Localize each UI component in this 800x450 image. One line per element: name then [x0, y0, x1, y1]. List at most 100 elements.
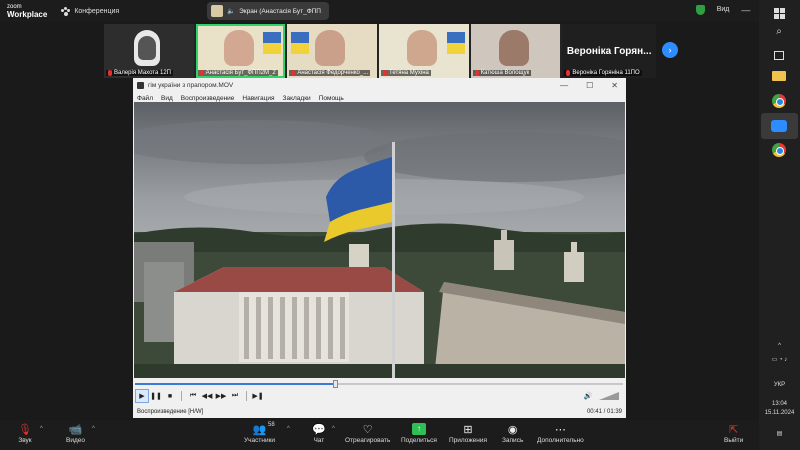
- sharer-thumbnail: [211, 5, 223, 17]
- flag-over-city-image: [134, 102, 625, 378]
- chat-icon: 💬: [312, 424, 326, 436]
- participant-name: Анастасія Федорченко_...: [289, 70, 371, 76]
- player-minimize-icon[interactable]: —: [560, 81, 568, 90]
- menu-file[interactable]: Файл: [137, 95, 153, 102]
- search-icon[interactable]: ⌕: [770, 22, 788, 40]
- seek-handle[interactable]: [333, 380, 339, 388]
- windows-start-icon[interactable]: [770, 4, 788, 22]
- tray-chevron-icon[interactable]: ^: [763, 343, 796, 349]
- video-off-icon: 📹: [68, 424, 83, 436]
- participant-tile[interactable]: Анастасія Бут_ФПП2М_2: [195, 24, 286, 78]
- video-button[interactable]: 📹 Видео: [66, 423, 85, 444]
- zoom-topbar: zoom Workplace Конференция: [0, 0, 759, 22]
- participant-tile[interactable]: Анастасія Федорченко_...: [287, 24, 378, 78]
- menu-bookmarks[interactable]: Закладки: [283, 95, 311, 102]
- skip-start-icon[interactable]: ⏮: [186, 389, 200, 403]
- logo-line2: Workplace: [7, 10, 48, 19]
- participant-tile[interactable]: Валерія Махота 12П: [104, 24, 194, 78]
- mic-muted-icon: 🎙: [18, 424, 32, 436]
- audio-options-caret-icon[interactable]: ^: [40, 426, 43, 432]
- skip-end-icon[interactable]: ⏭: [228, 389, 242, 403]
- volume-slider[interactable]: [599, 392, 619, 400]
- participant-name: Тетяна Мухіна: [381, 70, 431, 76]
- view-button[interactable]: Вид: [717, 6, 730, 13]
- screen-share-indicator[interactable]: 🔈 Экран (Анастасія Бут_ФПП: [207, 2, 329, 20]
- notifications-icon[interactable]: ▤: [763, 430, 796, 437]
- record-icon: ◉: [507, 424, 518, 436]
- player-status-bar: Воспроизведение [H/W] 00:41 / 01:39: [133, 406, 626, 418]
- playback-status: Воспроизведение [H/W]: [137, 409, 204, 415]
- play-icon[interactable]: ▶: [135, 389, 149, 403]
- screen: zoom Workplace Конференция 🔈 Экран (Анас…: [0, 0, 800, 450]
- video-frame[interactable]: [134, 102, 625, 378]
- media-player-window: гім україни з прапором.MOV — ☐ ✕ Файл Ви…: [133, 78, 626, 418]
- mic-off-icon: [108, 70, 112, 76]
- menu-playback[interactable]: Воспроизведение: [181, 95, 235, 102]
- clock-date[interactable]: 15.11.2024: [763, 410, 796, 416]
- tray-icons[interactable]: ▭ ◔ ♪: [763, 356, 796, 363]
- more-button[interactable]: ⋯ Дополнительно: [537, 423, 584, 444]
- video-options-caret-icon[interactable]: ^: [92, 426, 95, 432]
- player-close-icon[interactable]: ✕: [611, 81, 618, 90]
- react-button[interactable]: ♡ Отреагировать: [345, 423, 390, 444]
- task-view-icon[interactable]: [770, 46, 788, 64]
- chat-options-caret-icon[interactable]: ^: [332, 426, 335, 432]
- participant-name: Катюша Волощук: [472, 70, 532, 76]
- rewind-icon[interactable]: ◀◀: [200, 389, 214, 403]
- chrome-profile-icon[interactable]: [770, 141, 788, 159]
- player-app-icon: [137, 81, 144, 89]
- participant-name: Валерія Махота 12П: [106, 70, 173, 76]
- zoom-toolbar: 🎙 Звук ^ 📹 Видео ^ 👥 Участники 58 ^ 💬 Ча…: [0, 420, 759, 450]
- participants-icon: 👥: [252, 424, 267, 436]
- file-explorer-icon[interactable]: [770, 67, 788, 85]
- next-participants-button[interactable]: ›: [662, 42, 678, 58]
- share-pill-label: Экран (Анастасія Бут_ФПП: [239, 7, 321, 15]
- meeting-label: Конференция: [74, 7, 120, 15]
- stop-icon[interactable]: ■: [163, 389, 177, 403]
- participant-tile[interactable]: Катюша Волощук: [470, 24, 561, 78]
- participant-name: Анастасія Бут_ФПП2М_2: [197, 70, 278, 76]
- pause-icon[interactable]: ❚❚: [149, 389, 163, 403]
- participants-strip: Валерія Махота 12П Анастасія Бут_ФПП2М_2…: [104, 24, 657, 78]
- more-dots-icon: ⋯: [554, 424, 566, 436]
- participant-tile[interactable]: Вероніка Горян... Вероніка Горяніна 11ПО: [562, 24, 657, 78]
- menu-navigation[interactable]: Навигация: [242, 95, 274, 102]
- chrome-icon[interactable]: [770, 92, 788, 110]
- leave-door-icon: ⇱: [729, 424, 739, 436]
- audio-button[interactable]: 🎙 Звук: [18, 423, 32, 444]
- player-maximize-icon[interactable]: ☐: [586, 81, 593, 90]
- mic-off-icon: [566, 70, 571, 76]
- mic-off-icon: [291, 70, 296, 76]
- playback-time: 00:41 / 01:39: [586, 409, 622, 415]
- leave-button[interactable]: ⇱ Выйти: [724, 423, 743, 444]
- player-titlebar: гім україни з прапором.MOV — ☐ ✕: [133, 78, 626, 92]
- share-arrow-icon: ↑: [411, 423, 426, 435]
- zoom-logo: zoom Workplace: [7, 3, 47, 19]
- clock-time[interactable]: 13:04: [763, 401, 796, 407]
- security-shield-icon[interactable]: [695, 4, 705, 15]
- share-button[interactable]: ↑ Поделиться: [401, 423, 437, 444]
- apps-button[interactable]: ⊞ Приложения: [449, 423, 487, 444]
- next-frame-icon[interactable]: ▶❚: [251, 389, 265, 403]
- participant-tile[interactable]: Тетяна Мухіна: [379, 24, 469, 78]
- seek-bar[interactable]: [135, 380, 623, 388]
- player-controls: ▶ ❚❚ ■ ⏮ ◀◀ ▶▶ ⏭ ▶❚ 🔊: [135, 388, 623, 404]
- fast-forward-icon[interactable]: ▶▶: [214, 389, 228, 403]
- record-button[interactable]: ◉ Запись: [502, 423, 523, 444]
- keyboard-language[interactable]: УКР: [763, 382, 796, 388]
- participants-options-caret-icon[interactable]: ^: [287, 426, 290, 432]
- participant-name: Вероніка Горяніна 11ПО: [564, 70, 642, 76]
- chat-button[interactable]: 💬 Чат: [312, 423, 326, 444]
- meeting-icon: [61, 6, 71, 16]
- participant-avatar-label: Вероніка Горян...: [566, 45, 652, 57]
- player-title: гім україни з прапором.MOV: [148, 81, 234, 89]
- menu-view[interactable]: Вид: [161, 95, 173, 102]
- mic-off-icon: [474, 70, 479, 76]
- volume-icon[interactable]: 🔊: [581, 389, 595, 403]
- minimize-icon[interactable]: —: [741, 5, 750, 15]
- zoom-app-icon[interactable]: [770, 117, 788, 135]
- menu-help[interactable]: Помощь: [319, 95, 344, 102]
- mic-off-icon: [383, 70, 388, 76]
- participants-count: 58: [268, 422, 275, 428]
- meeting-info[interactable]: Конференция: [61, 6, 120, 16]
